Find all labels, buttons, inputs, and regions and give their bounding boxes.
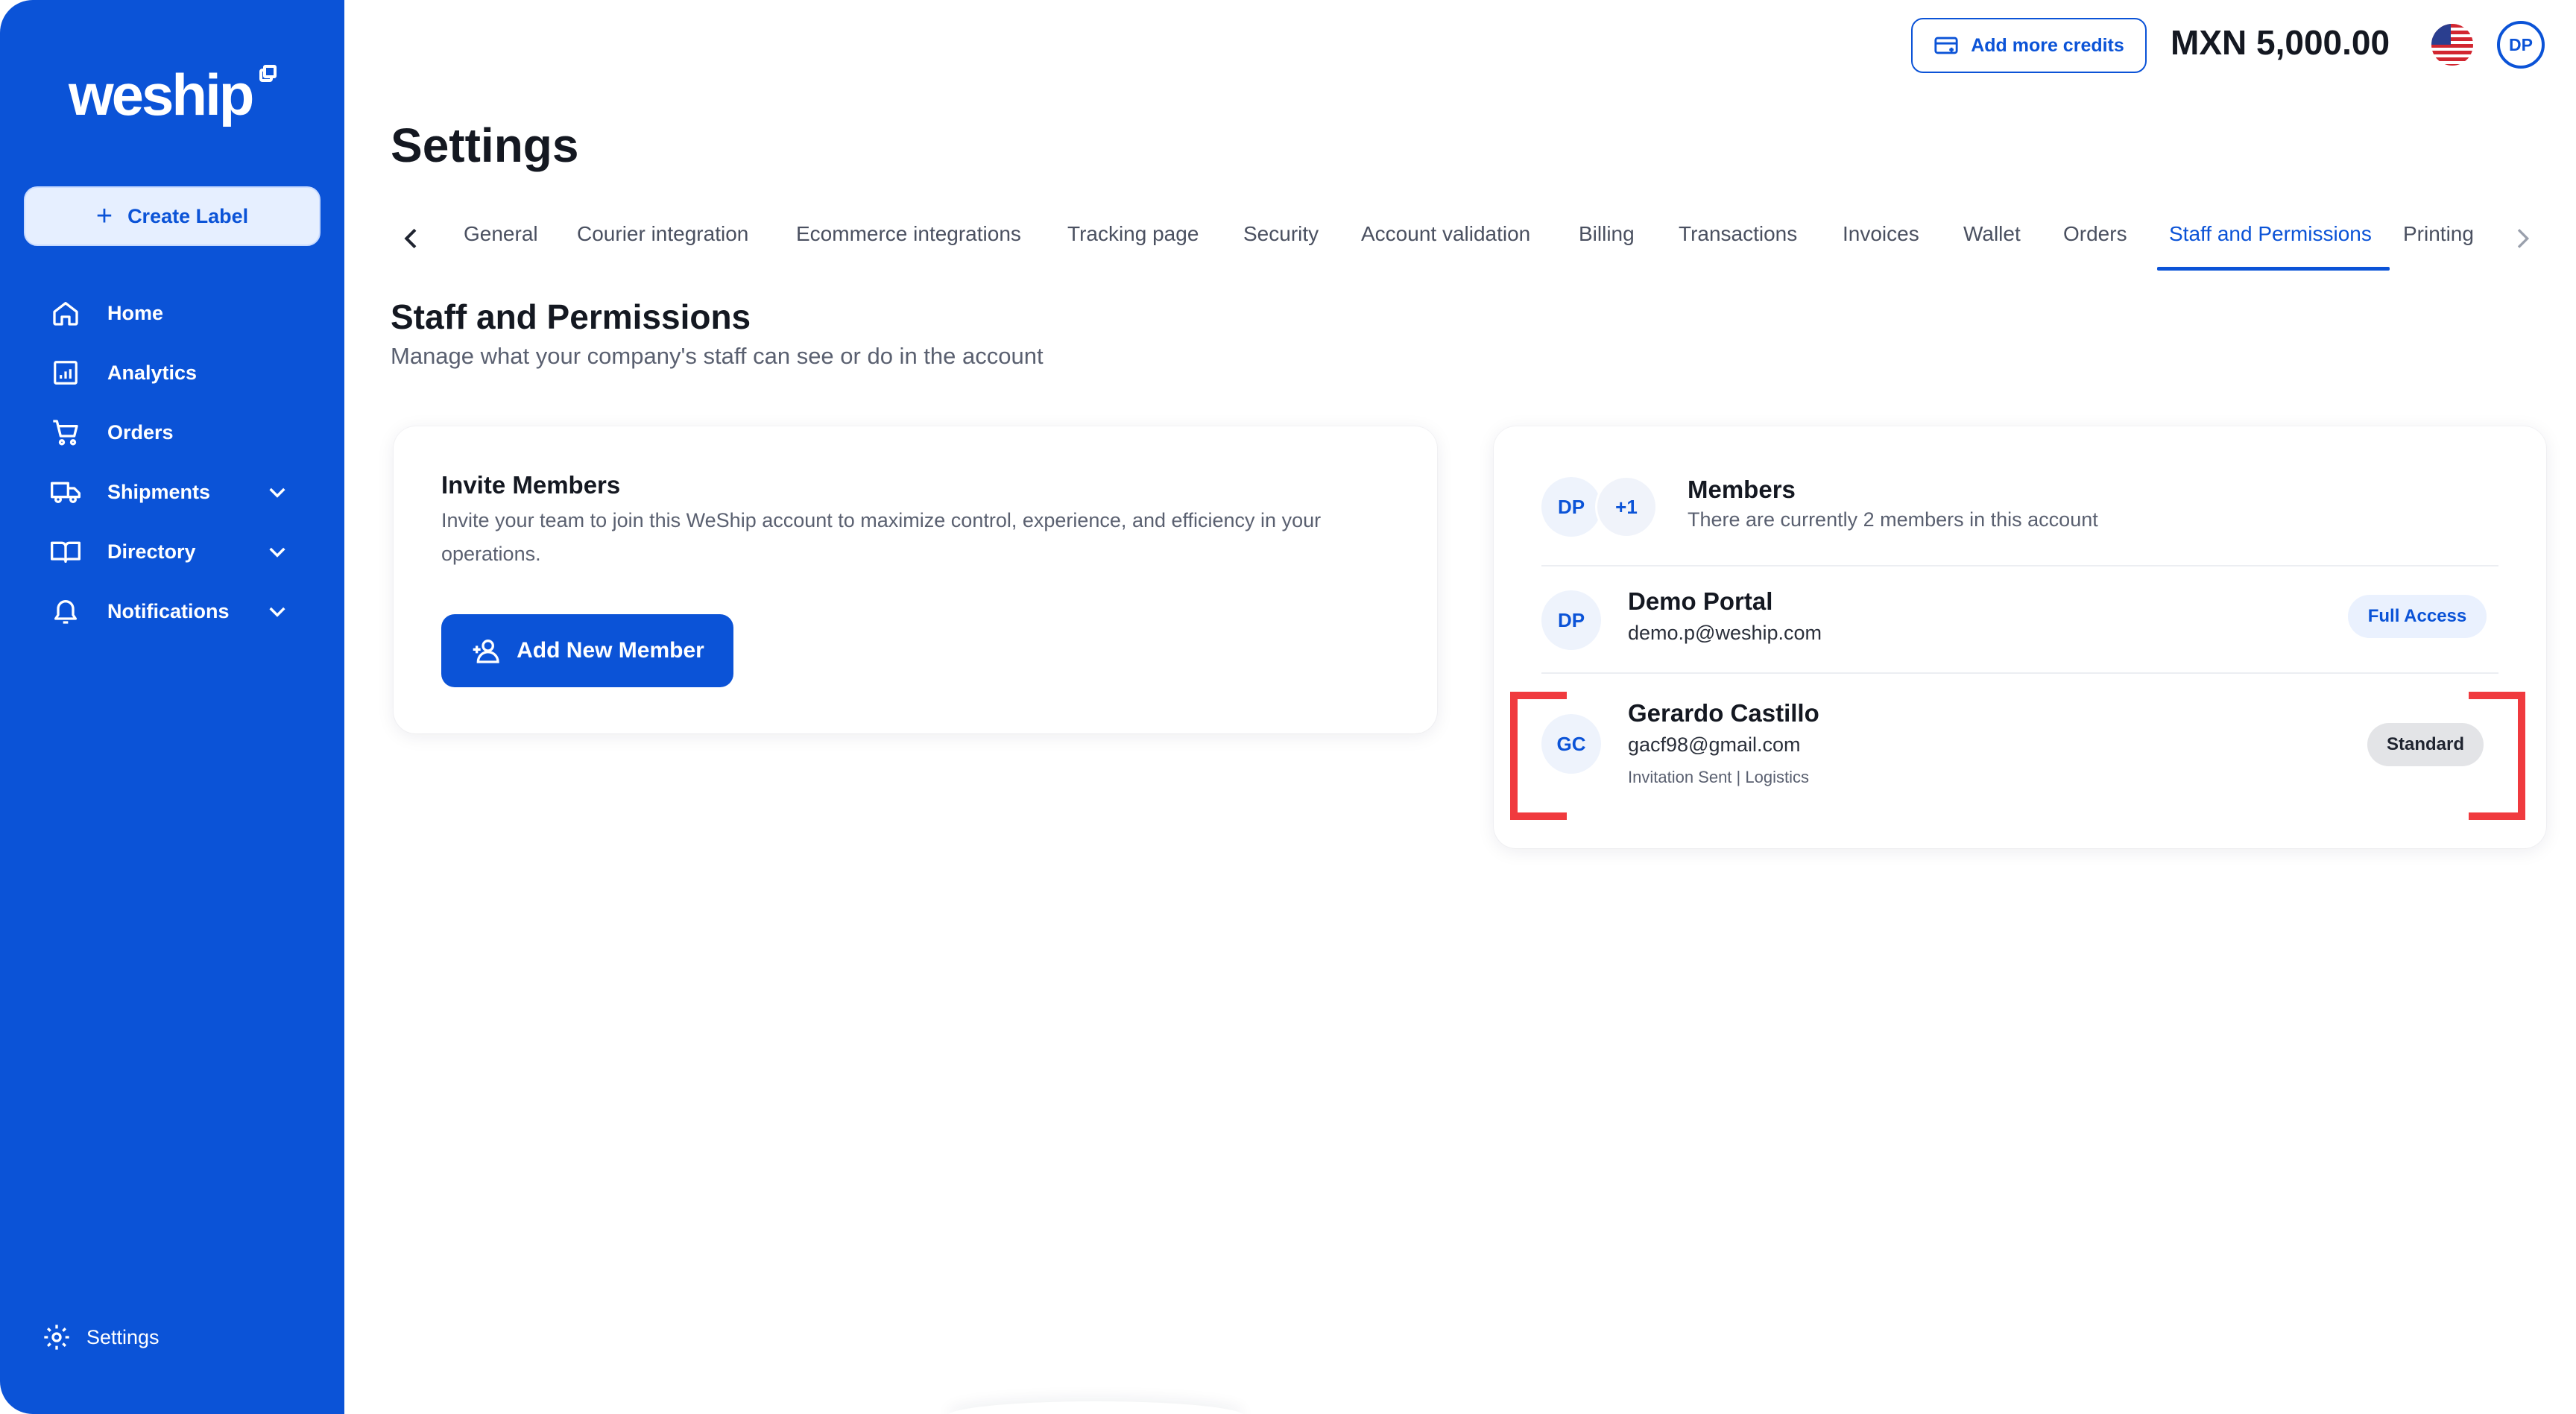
tab-printing[interactable]: Printing — [2403, 222, 2474, 246]
role-badge[interactable]: Full Access — [2348, 595, 2487, 638]
divider — [1541, 672, 2498, 674]
settings-tabs: General Courier integration Ecommerce in… — [391, 213, 2530, 273]
bell-icon — [49, 595, 82, 628]
section-title: Staff and Permissions — [391, 297, 751, 336]
sidebar-item-shipments[interactable]: Shipments — [0, 462, 344, 522]
analytics-icon — [49, 356, 82, 389]
sidebar-item-label: Directory — [107, 540, 196, 563]
create-label-button[interactable]: + Create Label — [24, 186, 321, 246]
weship-logo[interactable]: weship — [69, 61, 254, 129]
chevron-down-icon[interactable] — [265, 540, 289, 564]
tab-transactions[interactable]: Transactions — [1679, 222, 1797, 246]
sidebar-item-label: Notifications — [107, 599, 230, 622]
decorative-curve — [947, 1401, 1245, 1414]
sidebar-item-label: Home — [107, 301, 164, 324]
divider — [1541, 565, 2498, 566]
members-subtitle: There are currently 2 members in this ac… — [1688, 508, 2098, 531]
add-credits-label: Add more credits — [1971, 34, 2124, 56]
member-status: Invitation Sent | Logistics — [1628, 768, 1809, 786]
member-email: demo.p@weship.com — [1628, 622, 1822, 644]
tab-courier-integration[interactable]: Courier integration — [577, 222, 748, 246]
active-tab-indicator — [2157, 267, 2390, 271]
home-icon — [49, 297, 82, 329]
sidebar: weship + Create Label Home Analytics Ord… — [0, 0, 344, 1414]
add-user-icon — [473, 640, 499, 663]
member-name: Demo Portal — [1628, 587, 1773, 615]
sidebar-item-settings[interactable]: Settings — [42, 1322, 160, 1352]
plus-icon: + — [95, 201, 113, 232]
invite-description: Invite your team to join this WeShip acc… — [441, 509, 1322, 565]
tab-wallet[interactable]: Wallet — [1963, 222, 2021, 246]
highlight-bracket-left — [1510, 692, 1567, 820]
settings-label: Settings — [86, 1325, 160, 1348]
tab-invoices[interactable]: Invoices — [1843, 222, 1919, 246]
section-subtitle: Manage what your company's staff can see… — [391, 343, 1044, 369]
invite-title: Invite Members — [441, 471, 621, 499]
sidebar-item-notifications[interactable]: Notifications — [0, 581, 344, 641]
sidebar-item-directory[interactable]: Directory — [0, 522, 344, 581]
member-email: gacf98@gmail.com — [1628, 733, 1801, 756]
highlight-bracket-right — [2469, 692, 2525, 820]
avatar: DP — [1541, 477, 1601, 537]
tab-security[interactable]: Security — [1243, 222, 1319, 246]
tab-orders[interactable]: Orders — [2063, 222, 2127, 246]
sidebar-item-label: Shipments — [107, 480, 211, 503]
extra-members-count: +1 — [1595, 476, 1658, 538]
tab-account-validation[interactable]: Account validation — [1361, 222, 1530, 246]
sidebar-item-label: Orders — [107, 420, 174, 444]
invite-members-card: Invite Members Invite your team to join … — [394, 426, 1437, 733]
chevron-right-icon[interactable] — [2507, 224, 2537, 253]
add-new-member-button[interactable]: Add New Member — [441, 614, 733, 687]
page-title: Settings — [391, 119, 579, 172]
add-new-member-label: Add New Member — [517, 638, 704, 663]
balance-amount: MXN 5,000.00 — [2171, 23, 2390, 62]
chevron-down-icon[interactable] — [265, 599, 289, 623]
sidebar-item-analytics[interactable]: Analytics — [0, 343, 344, 403]
credit-card-icon — [1934, 37, 1958, 54]
tab-ecommerce-integrations[interactable]: Ecommerce integrations — [796, 222, 1021, 246]
user-avatar[interactable]: DP — [2497, 21, 2545, 69]
book-icon — [49, 535, 82, 568]
sidebar-item-orders[interactable]: Orders — [0, 403, 344, 462]
role-badge[interactable]: Standard — [2367, 723, 2484, 766]
cart-icon — [49, 416, 82, 449]
sidebar-item-label: Analytics — [107, 361, 198, 384]
gear-icon — [44, 1325, 69, 1350]
chevron-left-icon[interactable] — [397, 224, 426, 253]
members-title: Members — [1688, 476, 1796, 503]
members-card: DP +1 Members There are currently 2 memb… — [1494, 426, 2546, 848]
avatar: DP — [1541, 590, 1601, 650]
sidebar-item-home[interactable]: Home — [0, 283, 344, 343]
us-flag-icon[interactable] — [2431, 24, 2473, 66]
member-name: Gerardo Castillo — [1628, 699, 1819, 727]
create-label-text: Create Label — [127, 204, 249, 227]
tab-general[interactable]: General — [464, 222, 538, 246]
tab-tracking-page[interactable]: Tracking page — [1067, 222, 1199, 246]
logo-mark-icon — [259, 65, 277, 82]
add-credits-button[interactable]: Add more credits — [1911, 18, 2147, 73]
tab-billing[interactable]: Billing — [1579, 222, 1635, 246]
sidebar-nav: Home Analytics Orders Shipments Director… — [0, 283, 344, 641]
truck-icon — [49, 476, 82, 508]
chevron-down-icon[interactable] — [265, 480, 289, 504]
tab-staff-and-permissions[interactable]: Staff and Permissions — [2169, 222, 2372, 246]
